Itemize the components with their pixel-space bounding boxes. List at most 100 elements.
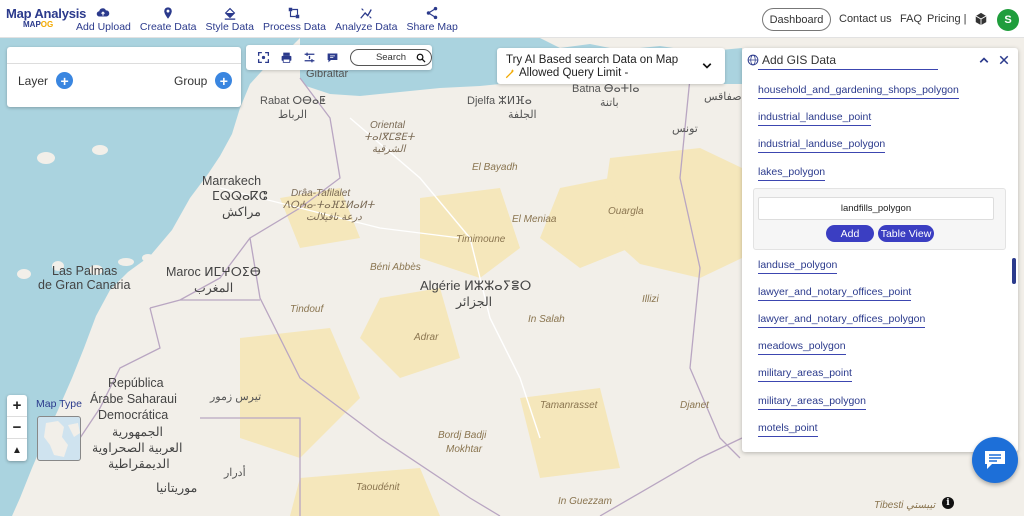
layer-panel: Layer + Group + xyxy=(7,47,241,107)
cloud-upload-icon xyxy=(97,8,110,17)
layer-label: Layer xyxy=(18,73,49,88)
gis-list-item[interactable]: industrial_landuse_point xyxy=(758,111,872,126)
map-label: Adrar xyxy=(414,332,439,343)
map-label: Árabe Saharaui xyxy=(90,392,177,406)
gis-list-item[interactable]: industrial_landuse_polygon xyxy=(758,138,886,153)
analyze-data-button[interactable]: Analyze Data xyxy=(335,6,397,33)
compass-button[interactable]: ▲ xyxy=(7,439,27,461)
chat-button[interactable] xyxy=(972,437,1018,483)
create-data-button[interactable]: Create Data xyxy=(140,6,197,33)
info-icon[interactable]: i xyxy=(942,497,954,509)
map-label: Ouargla xyxy=(608,206,644,217)
map-label: باتنة xyxy=(600,97,619,109)
map-label: العربية الصحراوية xyxy=(92,441,183,455)
map-label: Maroc ⵍⵎⵖⵔⵉⴱ xyxy=(166,265,261,279)
map-label: Djanet xyxy=(680,400,709,411)
app-logo[interactable]: Map Analysis MAPOG xyxy=(6,6,86,29)
style-data-label: Style Data xyxy=(205,21,254,33)
map-label: In Guezzam xyxy=(558,496,612,507)
map-label: تيرس زمور xyxy=(210,391,262,403)
map-label: de Gran Canaria xyxy=(38,278,131,292)
add-group-control[interactable]: Group + xyxy=(174,72,233,89)
contact-us-link[interactable]: Contact us xyxy=(839,13,892,25)
table-view-button[interactable]: Table View xyxy=(878,225,934,242)
chevron-down-icon[interactable] xyxy=(701,60,713,72)
map-label: Timimoune xyxy=(456,234,506,245)
map-label: El Meniaa xyxy=(512,214,557,225)
map-label: Taoudénit xyxy=(356,482,400,493)
zoom-in-button[interactable]: + xyxy=(7,395,27,417)
faq-link[interactable]: FAQ xyxy=(900,13,922,25)
user-avatar[interactable]: S xyxy=(997,9,1019,31)
paint-bucket-icon xyxy=(224,7,235,20)
map-label: تونس xyxy=(672,123,698,135)
ai-search-box[interactable]: Try AI Based search Data on Map Allowed … xyxy=(497,48,725,84)
ai-query-limit: Allowed Query Limit - xyxy=(519,67,629,79)
pricing-link[interactable]: Pricing | xyxy=(927,13,967,25)
fullscreen-icon[interactable] xyxy=(257,51,270,64)
list-item-fragment xyxy=(758,62,938,70)
map-label: In Salah xyxy=(528,314,565,325)
map-type-preview-icon xyxy=(44,421,80,457)
comment-icon[interactable] xyxy=(326,51,339,64)
map-label: الجمهورية xyxy=(112,425,164,439)
chevron-up-icon[interactable] xyxy=(978,54,990,66)
gis-list-item[interactable]: landuse_polygon xyxy=(758,259,838,274)
share-icon xyxy=(426,6,438,20)
gis-list-item[interactable]: lakes_polygon xyxy=(758,166,826,181)
share-map-button[interactable]: Share Map xyxy=(406,6,458,33)
logo-title: Map Analysis xyxy=(6,6,87,21)
map-tools-bar: Search xyxy=(246,45,432,70)
map-type-thumbnail[interactable] xyxy=(37,416,81,461)
map-label: Tindouf xyxy=(290,304,324,315)
map-label: Illizi xyxy=(642,294,659,305)
add-layer-control[interactable]: Layer + xyxy=(18,72,74,89)
share-map-label: Share Map xyxy=(406,21,458,33)
map-pin-icon xyxy=(164,7,172,19)
gis-list-item[interactable]: lawyer_and_notary_offices_point xyxy=(758,286,912,301)
add-upload-label: Add Upload xyxy=(76,21,131,33)
dashboard-button[interactable]: Dashboard xyxy=(762,8,831,31)
selected-dataset-card: landfills_polygon Add Table View xyxy=(753,188,1006,250)
gis-list-item[interactable]: military_areas_polygon xyxy=(758,395,866,410)
add-layer-plus-icon[interactable]: + xyxy=(56,72,74,89)
gis-list-item[interactable]: meadows_polygon xyxy=(758,340,846,355)
map-label: الجزائر xyxy=(456,295,493,309)
sparkle-icon xyxy=(505,69,514,79)
map-label: Algérie ⵍⵣⵣⴰⵢⴻⵔ xyxy=(420,278,532,293)
map-label: Tibesti تيبستي xyxy=(874,500,936,511)
close-icon[interactable] xyxy=(998,54,1010,66)
cube-icon[interactable] xyxy=(974,12,988,26)
map-label: Democrática xyxy=(98,408,169,422)
add-group-plus-icon[interactable]: + xyxy=(215,72,233,89)
top-bar: Map Analysis MAPOG Add Upload Create Dat… xyxy=(0,0,1024,38)
add-dataset-button[interactable]: Add xyxy=(826,225,874,242)
process-data-label: Process Data xyxy=(262,21,326,33)
map-label: درعة تافيلالت xyxy=(306,212,362,223)
add-upload-button[interactable]: Add Upload xyxy=(76,6,131,33)
gis-list-item[interactable]: lawyer_and_notary_offices_polygon xyxy=(758,313,926,328)
analyze-data-label: Analyze Data xyxy=(334,21,398,33)
scrollbar-thumb[interactable] xyxy=(1012,258,1016,284)
gis-list-item[interactable]: motels_point xyxy=(758,422,818,437)
map-label: مراكش xyxy=(222,205,261,219)
print-icon[interactable] xyxy=(280,51,293,64)
zoom-controls: + − ▲ xyxy=(7,395,27,461)
process-data-button[interactable]: Process Data xyxy=(263,6,326,33)
map-label: أدرار xyxy=(224,467,246,479)
map-type-label: Map Type xyxy=(36,398,82,410)
map-label: ⴷⵔⵄⴰ-ⵜⴰⴼⵉⵍⴰⵍⵜ xyxy=(283,200,375,211)
create-data-label: Create Data xyxy=(139,21,197,33)
zoom-out-button[interactable]: − xyxy=(7,417,27,439)
gis-list-item[interactable]: household_and_gardening_shops_polygon xyxy=(758,84,959,99)
gis-list-item[interactable]: military_areas_point xyxy=(758,367,852,382)
map-label: República xyxy=(108,376,164,390)
add-gis-data-panel: Add GIS Data household_and_gardening_sho… xyxy=(742,48,1018,452)
map-search-input[interactable]: Search xyxy=(350,49,432,66)
map-label: موريتانيا xyxy=(156,481,198,495)
map-label: ⵎⵕⵕⴰⴽⵛ xyxy=(212,189,268,203)
measure-icon[interactable] xyxy=(303,51,316,64)
map-label: الديمقراطية xyxy=(108,457,170,471)
style-data-button[interactable]: Style Data xyxy=(206,6,254,33)
map-search-label: Search xyxy=(375,52,407,63)
